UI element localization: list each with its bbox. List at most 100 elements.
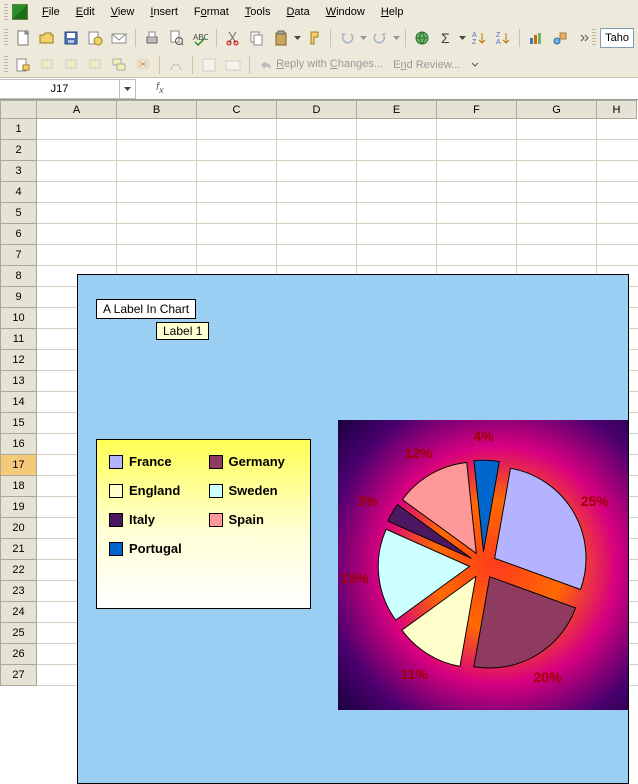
autosum-dropdown[interactable] — [459, 27, 466, 49]
legend-item[interactable]: Germany — [209, 454, 299, 469]
pie-slice[interactable] — [474, 577, 576, 668]
column-header[interactable]: C — [197, 100, 277, 119]
toolbar-grip[interactable] — [4, 29, 8, 47]
row-header[interactable]: 20 — [0, 518, 37, 539]
chart-wizard-button[interactable] — [525, 27, 547, 49]
name-box-dropdown[interactable] — [120, 79, 136, 99]
menu-format[interactable]: Format — [186, 3, 237, 21]
column-header[interactable]: D — [277, 100, 357, 119]
row-header[interactable]: 26 — [0, 644, 37, 665]
row-header[interactable]: 14 — [0, 392, 37, 413]
update-file-button[interactable] — [198, 54, 220, 76]
toolbar-overflow[interactable] — [470, 57, 480, 73]
chart-text-label-2[interactable]: Label 1 — [156, 322, 209, 340]
menu-window[interactable]: Window — [318, 3, 373, 21]
row-header[interactable]: 9 — [0, 287, 37, 308]
row-header[interactable]: 7 — [0, 245, 37, 266]
show-all-comments-button[interactable] — [108, 54, 130, 76]
column-header[interactable]: A — [37, 100, 117, 119]
row-header[interactable]: 21 — [0, 539, 37, 560]
email-button[interactable] — [108, 27, 130, 49]
column-header[interactable]: H — [597, 100, 637, 119]
copy-button[interactable] — [246, 27, 268, 49]
legend-item[interactable]: Spain — [209, 512, 299, 527]
paste-button[interactable] — [270, 27, 292, 49]
new-comment-button[interactable] — [12, 54, 34, 76]
fx-icon[interactable]: fx — [156, 81, 164, 95]
toolbar-overflow[interactable] — [580, 30, 590, 46]
send-to-mail-button[interactable] — [222, 54, 244, 76]
row-header[interactable]: 15 — [0, 413, 37, 434]
row-header[interactable]: 13 — [0, 371, 37, 392]
prev-comment-button[interactable] — [36, 54, 58, 76]
spelling-button[interactable]: ABC — [189, 27, 211, 49]
delete-comment-button[interactable] — [132, 54, 154, 76]
chart-legend[interactable]: France Germany England Sweden Italy Spain Port… — [96, 439, 311, 609]
row-header[interactable]: 17 — [0, 455, 37, 476]
menu-edit[interactable]: Edit — [68, 3, 103, 21]
menubar-grip[interactable] — [4, 4, 8, 20]
select-all-corner[interactable] — [0, 100, 37, 119]
row-header[interactable]: 23 — [0, 581, 37, 602]
legend-item[interactable]: England — [109, 483, 199, 498]
sort-desc-button[interactable]: ZA — [492, 27, 514, 49]
row-header[interactable]: 27 — [0, 665, 37, 686]
row-header[interactable]: 18 — [0, 476, 37, 497]
row-header[interactable]: 4 — [0, 182, 37, 203]
app-icon[interactable] — [12, 4, 28, 20]
undo-dropdown[interactable] — [360, 27, 367, 49]
legend-item[interactable]: Portugal — [109, 541, 204, 556]
redo-dropdown[interactable] — [393, 27, 400, 49]
autosum-button[interactable]: Σ — [435, 27, 457, 49]
embedded-chart[interactable]: A Label In Chart Label 1 France Germany En… — [77, 274, 629, 784]
chart-plot-area[interactable]: 25%20%11%15%3%12%4% — [338, 420, 628, 710]
print-preview-button[interactable] — [165, 27, 187, 49]
sort-asc-button[interactable]: AZ — [468, 27, 490, 49]
menu-view[interactable]: View — [103, 3, 143, 21]
row-header[interactable]: 11 — [0, 329, 37, 350]
show-ink-button[interactable] — [165, 54, 187, 76]
chart-text-label[interactable]: A Label In Chart — [96, 299, 196, 319]
legend-item[interactable]: Sweden — [209, 483, 299, 498]
toolbar-grip[interactable] — [4, 56, 8, 74]
column-header[interactable]: E — [357, 100, 437, 119]
legend-item[interactable]: France — [109, 454, 199, 469]
show-comment-button[interactable] — [84, 54, 106, 76]
row-header[interactable]: 10 — [0, 308, 37, 329]
column-header[interactable]: B — [117, 100, 197, 119]
row-header[interactable]: 24 — [0, 602, 37, 623]
cut-button[interactable] — [222, 27, 244, 49]
toolbar-grip[interactable] — [592, 29, 596, 47]
name-box[interactable]: J17 — [0, 79, 120, 99]
legend-item[interactable]: Italy — [109, 512, 199, 527]
new-button[interactable] — [12, 27, 34, 49]
menu-tools[interactable]: Tools — [237, 3, 279, 21]
row-header[interactable]: 8 — [0, 266, 37, 287]
row-header[interactable]: 16 — [0, 434, 37, 455]
worksheet[interactable]: ABCDEFGH 1234567891011121314151617181920… — [0, 100, 638, 698]
pie-slice[interactable] — [474, 460, 499, 551]
drawing-button[interactable] — [549, 27, 571, 49]
column-header[interactable]: G — [517, 100, 597, 119]
redo-button[interactable] — [369, 27, 391, 49]
menu-insert[interactable]: Insert — [142, 3, 186, 21]
row-header[interactable]: 2 — [0, 140, 37, 161]
permission-button[interactable] — [84, 27, 106, 49]
undo-button[interactable] — [336, 27, 358, 49]
hyperlink-button[interactable] — [411, 27, 433, 49]
menu-file[interactable]: File — [34, 3, 68, 21]
row-header[interactable]: 5 — [0, 203, 37, 224]
row-header[interactable]: 25 — [0, 623, 37, 644]
row-header[interactable]: 6 — [0, 224, 37, 245]
row-header[interactable]: 22 — [0, 560, 37, 581]
format-painter-button[interactable] — [303, 27, 325, 49]
open-button[interactable] — [36, 27, 58, 49]
row-header[interactable]: 1 — [0, 119, 37, 140]
paste-dropdown[interactable] — [294, 27, 301, 49]
font-name-combo[interactable]: Taho — [600, 28, 634, 48]
pie-chart[interactable] — [358, 440, 608, 690]
menu-help[interactable]: Help — [373, 3, 412, 21]
save-button[interactable] — [60, 27, 82, 49]
pie-slice[interactable] — [495, 468, 586, 589]
next-comment-button[interactable] — [60, 54, 82, 76]
